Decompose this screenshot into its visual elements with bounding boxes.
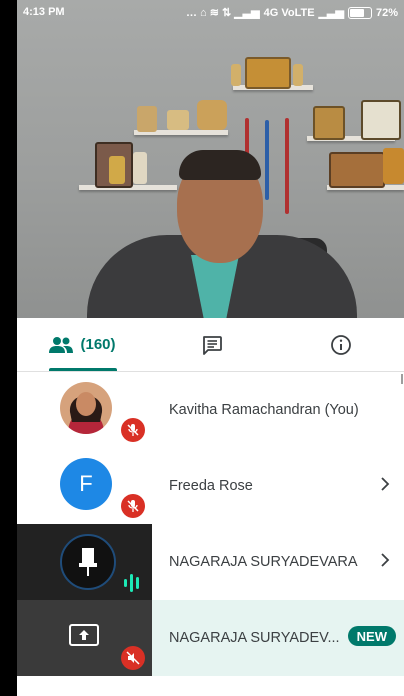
avatar-photo: [60, 382, 112, 434]
participant-row[interactable]: Kavitha Ramachandran (You): [17, 372, 404, 448]
award-frame: [329, 152, 385, 188]
main-video-feed[interactable]: 4:13 PM … ⌂ ≋ ⇅ ▁▃▅ 4G VoLTE ▁▃▅ 72%: [17, 0, 404, 318]
participant-row[interactable]: NAGARAJA SURYADEVARA: [17, 524, 404, 600]
participant-thumbnail: [17, 372, 152, 448]
mic-off-icon: [121, 418, 145, 442]
battery-icon: [347, 6, 372, 19]
speaking-indicator-icon: [124, 574, 139, 592]
medal-ribbon: [265, 120, 269, 200]
avatar: [60, 382, 112, 434]
chevron-right-icon[interactable]: [380, 475, 390, 493]
trophy: [133, 152, 147, 184]
tab-bar: (160): [17, 318, 404, 372]
notification-icons: … ⌂ ≋ ⇅ ▁▃▅: [185, 7, 260, 19]
tab-info[interactable]: [277, 318, 404, 371]
participant-name: NAGARAJA SURYADEV...: [169, 630, 340, 646]
avatar: F: [60, 458, 112, 510]
scrollbar[interactable]: [401, 374, 403, 384]
participant-name: NAGARAJA SURYADEVARA: [169, 554, 358, 570]
status-time: 4:13 PM: [23, 6, 65, 18]
tab-chat[interactable]: [147, 318, 277, 371]
award-frame: [313, 106, 345, 140]
participant-name: Kavitha Ramachandran (You): [169, 402, 359, 418]
avatar: [60, 534, 116, 590]
present-screen-icon: [69, 624, 99, 646]
participant-row[interactable]: NAGARAJA SURYADEV... NEW: [17, 600, 404, 676]
participant-count: (160): [80, 336, 116, 353]
chevron-right-icon[interactable]: [380, 551, 390, 569]
trophy: [231, 64, 241, 86]
meet-app-frame: 4:13 PM … ⌂ ≋ ⇅ ▁▃▅ 4G VoLTE ▁▃▅ 72% (16…: [17, 0, 404, 696]
mic-off-icon: [121, 494, 145, 518]
participant-row[interactable]: F Freeda Rose: [17, 448, 404, 524]
participant-thumbnail: F: [17, 448, 152, 524]
participant-thumbnail: [17, 524, 152, 600]
signal-icon: ▁▃▅: [318, 7, 344, 19]
new-badge: NEW: [347, 626, 396, 646]
people-icon: [49, 336, 74, 353]
trophy: [293, 64, 303, 86]
battery-label: 72%: [375, 6, 398, 19]
trophy: [167, 110, 189, 130]
award-plaque: [245, 57, 291, 89]
tab-people[interactable]: (160): [17, 318, 147, 371]
trophy: [137, 106, 157, 132]
speaker-off-icon: [121, 646, 145, 670]
trophy: [197, 100, 227, 130]
trophy: [109, 156, 125, 184]
trophy: [383, 148, 404, 184]
participant-thumbnail: [17, 600, 152, 676]
participant-name: Freeda Rose: [169, 478, 253, 494]
info-icon: [330, 334, 351, 355]
active-tab-indicator: [49, 368, 117, 371]
pin-icon: [79, 548, 97, 576]
chat-icon: [203, 335, 222, 355]
award-frame: [361, 100, 401, 140]
network-label: 4G VoLTE: [263, 6, 315, 19]
participant-list: Kavitha Ramachandran (You) F Freeda Rose: [17, 372, 404, 676]
status-bar: 4:13 PM … ⌂ ≋ ⇅ ▁▃▅ 4G VoLTE ▁▃▅ 72%: [17, 0, 404, 24]
medal-ribbon: [285, 118, 289, 214]
